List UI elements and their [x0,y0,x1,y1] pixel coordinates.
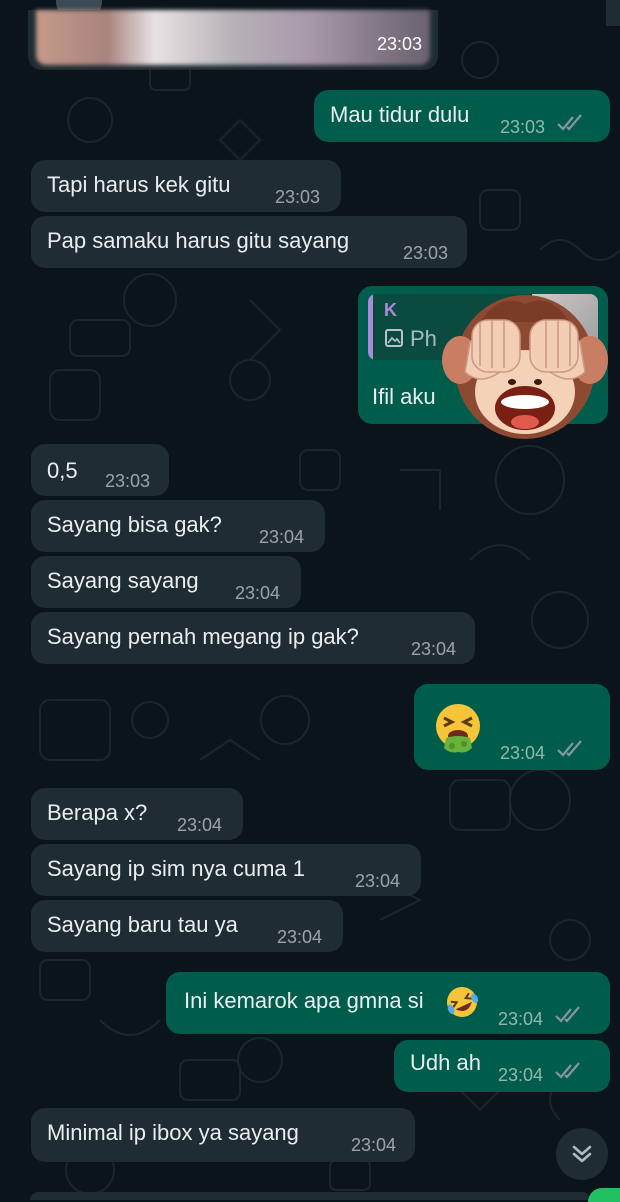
message-text: Sayang ip sim nya cuma 1 [47,856,306,881]
double-chevron-down-icon [572,1145,592,1163]
incoming-image-message[interactable]: 23:03 [28,10,438,70]
message-input-edge[interactable] [30,1192,590,1200]
message-text: 0,5 [47,458,78,483]
message-time: 23:04 [411,639,457,659]
message-time: 23:04 [177,815,223,835]
incoming-message[interactable]: Pap samaku harus gitu sayang 23:03 [31,216,467,268]
outgoing-message[interactable]: Mau tidur dulu 23:03 [314,90,610,142]
message-time: 23:03 [275,187,321,207]
message-time: 23:03 [500,117,546,137]
incoming-message[interactable]: Sayang sayang 23:04 [31,556,301,608]
scroll-to-bottom-button[interactable] [556,1128,608,1180]
photo-icon [385,329,403,347]
message-text: Sayang pernah megang ip gak? [47,624,359,649]
message-time: 23:04 [259,527,305,547]
message-text: Mau tidur dulu [330,102,470,127]
message-text: Pap samaku harus gitu sayang [47,228,350,253]
message-text: Tapi harus kek gitu [47,172,231,197]
message-time: 23:04 [351,1135,397,1155]
double-check-icon [555,1006,580,1023]
outgoing-message[interactable]: 23:04 [414,684,610,770]
quote-accent-bar [368,294,373,360]
incoming-message[interactable]: Minimal ip ibox ya sayang 23:04 [31,1108,415,1162]
outgoing-message[interactable]: Udh ah 23:04 [394,1040,610,1092]
message-time: 23:04 [498,1009,544,1029]
blurred-photo[interactable] [36,10,430,65]
quote-preview: Ph [410,326,437,351]
rolling-on-floor-laughing-emoji [447,987,479,1017]
message-text: Minimal ip ibox ya sayang [47,1120,299,1145]
message-text: Udh ah [410,1050,481,1075]
incoming-message[interactable]: Sayang bisa gak? 23:04 [31,500,325,552]
face-vomiting-emoji [436,704,480,753]
double-check-icon [555,1062,580,1079]
incoming-message[interactable]: 0,5 23:03 [31,444,169,496]
message-text: Sayang baru tau ya [47,912,238,937]
incoming-message[interactable]: Sayang pernah megang ip gak? 23:04 [31,612,475,664]
incoming-message[interactable]: Berapa x? 23:04 [31,788,243,840]
quote-author: K [384,300,397,320]
header-edge [606,0,620,26]
message-time: 23:04 [355,871,401,891]
outgoing-message[interactable]: Ini kemarok apa gmna si 23:04 [166,972,610,1034]
message-text: Berapa x? [47,800,148,825]
incoming-message[interactable]: Tapi harus kek gitu 23:03 [31,160,341,212]
message-time: 23:03 [105,471,151,491]
message-text: Ifil aku [372,384,436,409]
double-check-icon [557,114,582,131]
message-time: 23:03 [403,243,449,263]
message-text: Sayang sayang [47,568,199,593]
composer-edge [0,1188,620,1202]
incoming-message[interactable]: Sayang baru tau ya 23:04 [31,900,343,952]
message-time: 23:03 [376,34,422,54]
message-time: 23:04 [498,1065,544,1085]
message-time: 23:04 [277,927,323,947]
message-text: Ini kemarok apa gmna si [184,988,424,1013]
double-check-icon [557,740,582,757]
message-text: Sayang bisa gak? [47,512,222,537]
incoming-message[interactable]: Sayang ip sim nya cuma 1 23:04 [31,844,421,896]
see-no-evil-monkey-sticker[interactable] [440,282,610,452]
message-time: 23:04 [500,743,546,763]
message-time: 23:04 [235,583,281,603]
